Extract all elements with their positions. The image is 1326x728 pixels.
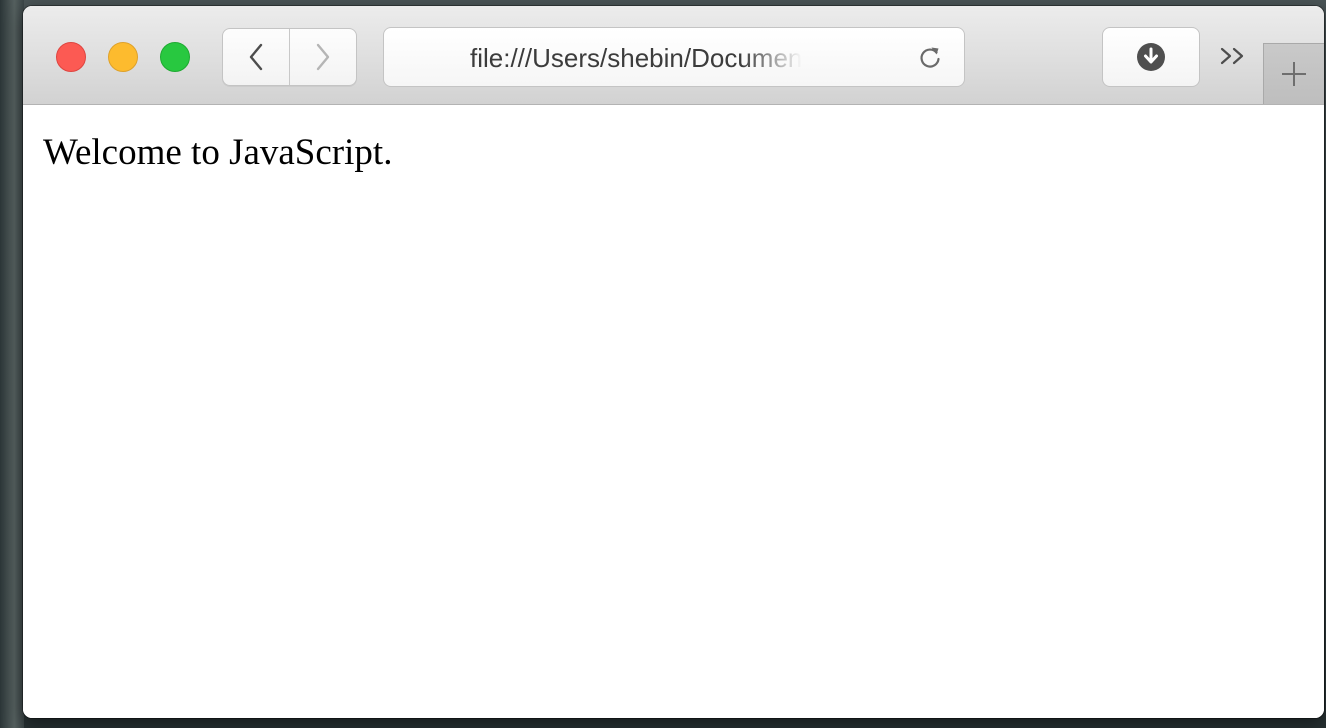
close-window-button[interactable] [56,42,86,72]
double-chevron-right-icon [1220,47,1244,65]
url-text[interactable]: file:///Users/shebin/Documents/ [470,43,802,73]
plus-icon [1282,62,1306,86]
zoom-window-button[interactable] [160,42,190,72]
back-button[interactable] [223,29,289,85]
page-body-text: Welcome to JavaScript. [43,132,393,173]
toolbar-overflow-button[interactable] [1216,41,1250,71]
browser-window: file:///Users/shebin/Documents/ Welcome … [23,6,1324,718]
address-bar[interactable]: file:///Users/shebin/Documents/ [383,27,965,87]
reload-icon[interactable] [917,45,943,71]
download-icon [1137,43,1165,71]
chevron-right-icon [316,43,330,71]
downloads-button[interactable] [1102,27,1200,87]
new-tab-button[interactable] [1263,43,1324,104]
forward-button[interactable] [289,29,356,85]
chevron-left-icon [249,43,263,71]
navigation-buttons [222,28,357,86]
desktop-background [0,0,24,728]
browser-toolbar: file:///Users/shebin/Documents/ [23,6,1324,105]
minimize-window-button[interactable] [108,42,138,72]
page-content: Welcome to JavaScript. [23,105,1324,718]
